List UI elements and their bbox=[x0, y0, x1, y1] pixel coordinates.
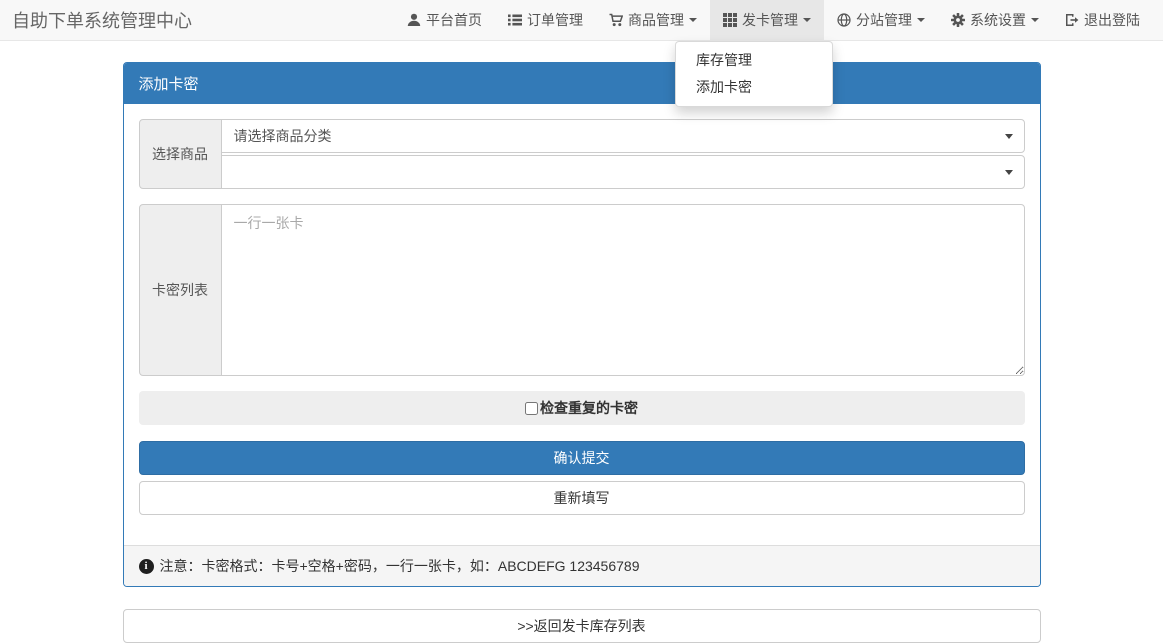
nav-item-card-issuing[interactable]: 发卡管理 bbox=[710, 0, 824, 40]
product-category-select[interactable]: 请选择商品分类 bbox=[221, 119, 1025, 153]
add-card-keys-panel: 添加卡密 选择商品 请选择商品分类 bbox=[123, 62, 1041, 587]
main-content: 添加卡密 选择商品 请选择商品分类 bbox=[123, 62, 1041, 643]
duplicate-check-bar: 检查重复的卡密 bbox=[139, 391, 1025, 425]
user-icon bbox=[407, 13, 421, 27]
submit-button[interactable]: 确认提交 bbox=[139, 441, 1025, 475]
cart-icon bbox=[609, 13, 623, 27]
th-grid-icon bbox=[723, 13, 737, 27]
info-circle-icon: i bbox=[139, 559, 154, 574]
panel-title: 添加卡密 bbox=[124, 63, 1040, 104]
sign-out-icon bbox=[1065, 13, 1079, 27]
reset-button[interactable]: 重新填写 bbox=[139, 481, 1025, 515]
list-icon bbox=[508, 13, 522, 27]
dropdown-item-add-card-keys[interactable]: 添加卡密 bbox=[676, 74, 832, 101]
nav-item-platform-home[interactable]: 平台首页 bbox=[394, 0, 495, 40]
duplicate-check-label: 检查重复的卡密 bbox=[540, 398, 638, 418]
caret-down-icon bbox=[1031, 18, 1039, 22]
nav-item-products[interactable]: 商品管理 bbox=[596, 0, 710, 40]
panel-body: 选择商品 请选择商品分类 卡密列表 bbox=[124, 104, 1040, 545]
nav-item-label: 发卡管理 bbox=[742, 10, 798, 30]
caret-down-icon bbox=[917, 18, 925, 22]
caret-down-icon bbox=[803, 18, 811, 22]
footer-note: 注意：卡密格式：卡号+空格+密码，一行一张卡，如：ABCDEFG 1234567… bbox=[160, 556, 640, 576]
nav-item-settings[interactable]: 系统设置 bbox=[938, 0, 1052, 40]
product-select-label: 选择商品 bbox=[139, 119, 222, 189]
gear-icon bbox=[951, 13, 965, 27]
brand-title[interactable]: 自助下单系统管理中心 bbox=[0, 0, 204, 40]
product-selects: 请选择商品分类 bbox=[222, 119, 1025, 189]
card-list-label: 卡密列表 bbox=[139, 204, 222, 376]
nav-menu: 平台首页 订单管理 商品管理 bbox=[394, 0, 1163, 40]
product-select[interactable] bbox=[221, 155, 1025, 189]
nav-item-label: 退出登陆 bbox=[1084, 10, 1140, 30]
nav-item-logout[interactable]: 退出登陆 bbox=[1052, 0, 1153, 40]
card-list-group: 卡密列表 bbox=[139, 204, 1025, 376]
nav-item-orders[interactable]: 订单管理 bbox=[495, 0, 596, 40]
nav-item-substations[interactable]: 分站管理 bbox=[824, 0, 938, 40]
globe-icon bbox=[837, 13, 851, 27]
panel-footer: i 注意：卡密格式：卡号+空格+密码，一行一张卡，如：ABCDEFG 12345… bbox=[124, 545, 1040, 586]
card-list-textarea[interactable] bbox=[221, 204, 1025, 376]
caret-down-icon bbox=[689, 18, 697, 22]
product-select-group: 选择商品 请选择商品分类 bbox=[139, 119, 1025, 189]
nav-item-label: 商品管理 bbox=[628, 10, 684, 30]
nav-item-label: 系统设置 bbox=[970, 10, 1026, 30]
card-issuing-dropdown: 库存管理 添加卡密 bbox=[675, 41, 833, 107]
nav-item-label: 订单管理 bbox=[527, 10, 583, 30]
category-select-wrap: 请选择商品分类 bbox=[221, 119, 1025, 153]
nav-item-label: 平台首页 bbox=[426, 10, 482, 30]
product-select-wrap bbox=[221, 155, 1025, 189]
back-to-inventory-button[interactable]: >>返回发卡库存列表 bbox=[123, 609, 1041, 643]
duplicate-check-checkbox[interactable] bbox=[525, 402, 538, 415]
nav-item-label: 分站管理 bbox=[856, 10, 912, 30]
dropdown-item-inventory[interactable]: 库存管理 bbox=[676, 47, 832, 74]
navbar: 自助下单系统管理中心 平台首页 订单管理 bbox=[0, 0, 1163, 41]
